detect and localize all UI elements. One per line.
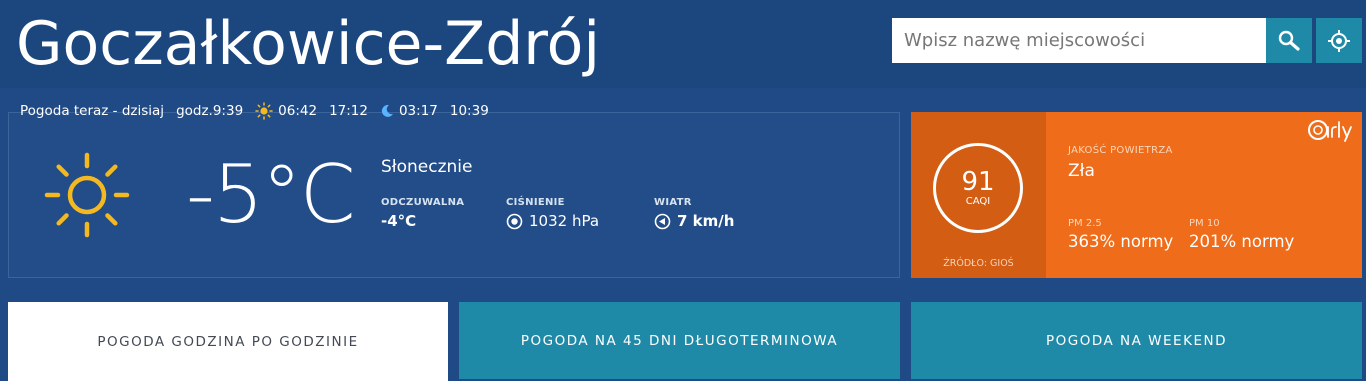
current-weather-card <box>8 112 900 278</box>
weather-condition: Słonecznie <box>381 157 473 177</box>
locate-button[interactable] <box>1316 18 1362 63</box>
moon-icon <box>381 104 393 117</box>
moonset-time: 10:39 <box>449 103 489 119</box>
temperature: -5°C <box>186 148 356 241</box>
sunset-time: 17:12 <box>329 103 368 119</box>
caqi-unit: CAQI <box>965 196 991 207</box>
tab-45-days[interactable]: POGODA NA 45 DNI DŁUGOTERMINOWA <box>459 302 900 379</box>
pm10-label: PM 10 <box>1189 218 1220 229</box>
pressure-label: CIŚNIENIE <box>506 197 565 208</box>
airly-logo <box>1308 120 1352 142</box>
search-button[interactable] <box>1266 18 1312 63</box>
feels-like-label: ODCZUWALNA <box>381 197 465 208</box>
moonrise-time: 03:17 <box>398 103 438 119</box>
sun-icon <box>44 152 130 238</box>
search-input[interactable] <box>892 18 1266 63</box>
locate-icon <box>1328 29 1350 52</box>
tab-hourly[interactable]: POGODA GODZINA PO GODZINIE <box>8 302 448 381</box>
pressure-value: 1032 hPa <box>529 212 600 230</box>
air-quality-title: JAKOŚĆ POWIETRZA <box>1068 145 1173 156</box>
air-quality-level: Zła <box>1068 161 1095 181</box>
feels-like-value: -4°C <box>381 212 417 230</box>
feels-like: ODCZUWALNA -4°C <box>381 197 464 230</box>
wind-direction-icon <box>654 213 671 229</box>
pm25: PM 2.5 363% normy <box>1068 218 1173 251</box>
now-label: Pogoda teraz - dzisiaj <box>20 103 165 119</box>
now-line: Pogoda teraz - dzisiaj godz.9:39 06:42 1… <box>20 100 501 122</box>
pm25-value: 363% normy <box>1068 232 1174 251</box>
pressure-icon <box>506 213 523 229</box>
pm25-label: PM 2.5 <box>1068 218 1102 229</box>
air-quality-source: ŹRÓDŁO: GIOŚ <box>943 258 1014 269</box>
pressure: CIŚNIENIE 1032 hPa <box>506 197 599 230</box>
sunrise-icon <box>255 102 273 120</box>
search-icon <box>1278 30 1300 51</box>
caqi-circle: 91 CAQI <box>933 143 1023 233</box>
city-title: Goczałkowice-Zdrój <box>16 9 601 79</box>
caqi-value: 91 <box>961 167 995 197</box>
sunrise-time: 06:42 <box>278 103 318 119</box>
wind-value: 7 km/h <box>677 212 735 230</box>
tab-weekend[interactable]: POGODA NA WEEKEND <box>911 302 1362 379</box>
wind: WIATR 7 km/h <box>654 197 734 230</box>
now-time: godz.9:39 <box>176 103 244 119</box>
wind-label: WIATR <box>654 197 692 208</box>
pm10-value: 201% normy <box>1189 232 1295 251</box>
pm10: PM 10 201% normy <box>1189 218 1294 251</box>
